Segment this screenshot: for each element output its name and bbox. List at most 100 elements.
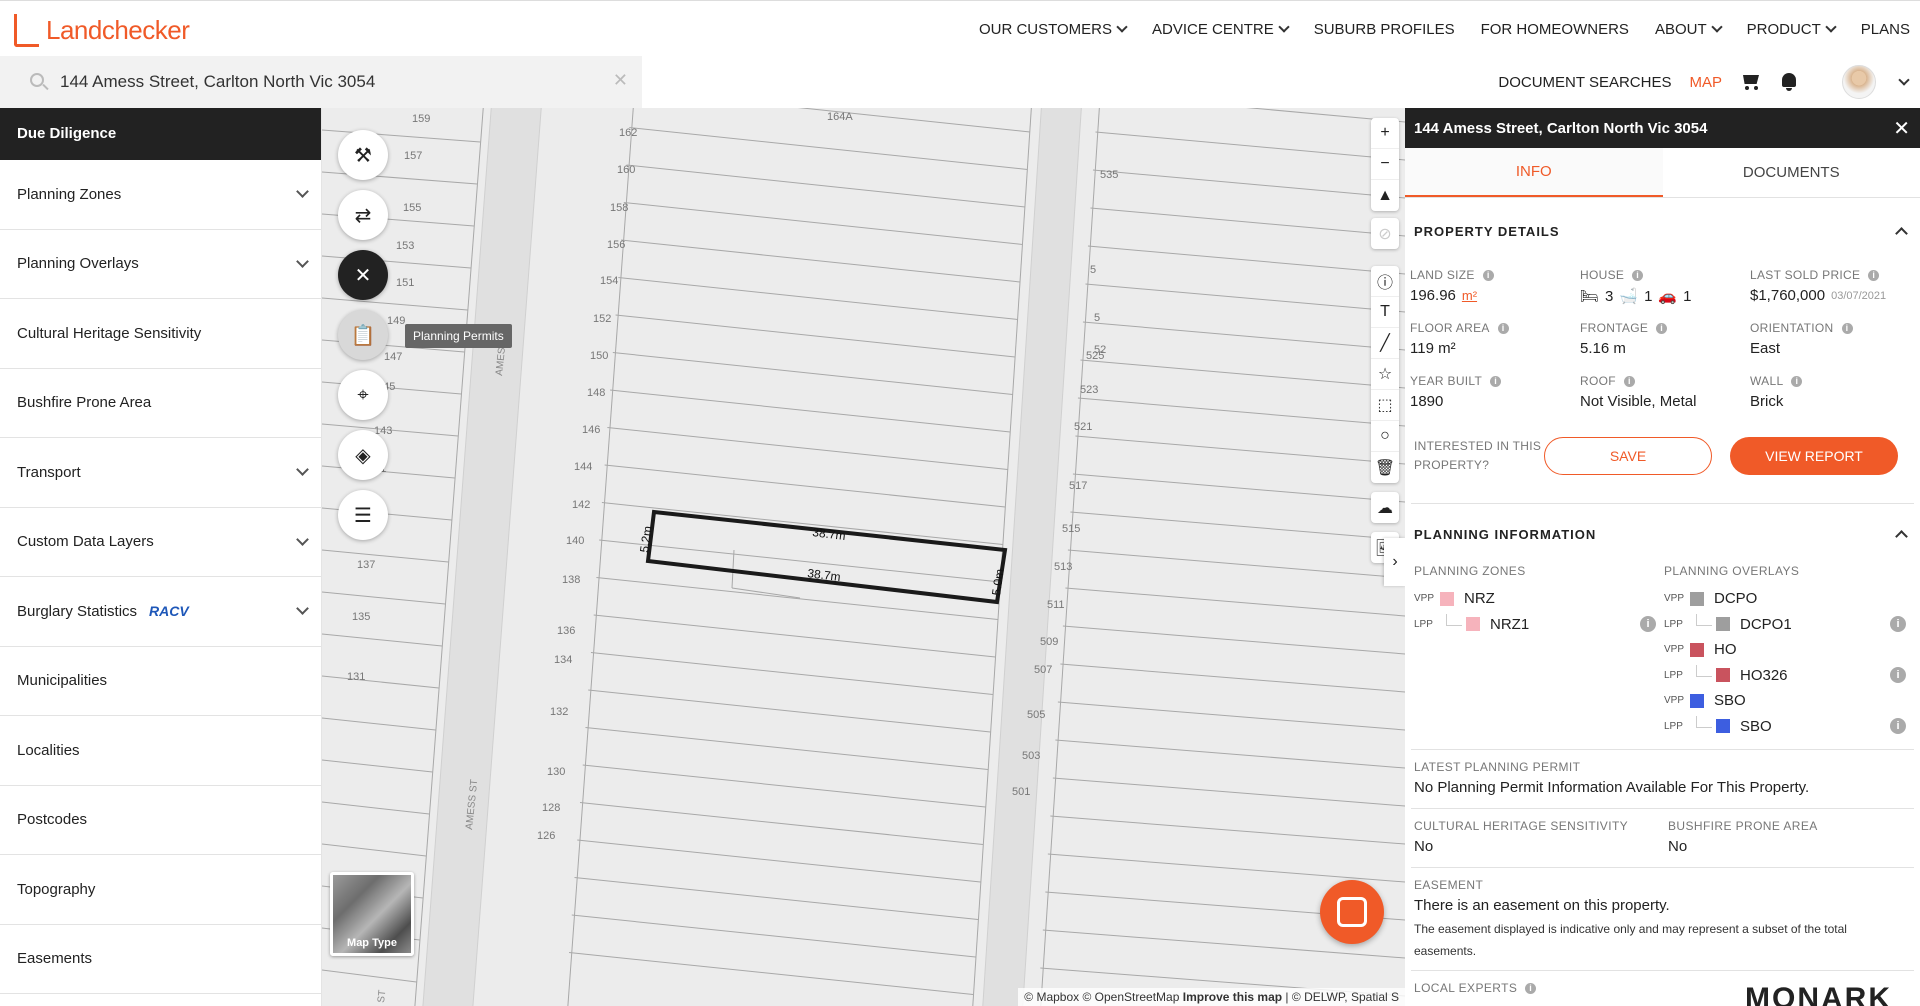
document-searches-link[interactable]: DOCUMENT SEARCHES — [1498, 74, 1671, 91]
compass-icon[interactable]: ▲ — [1371, 180, 1399, 211]
address-search-input[interactable] — [60, 66, 600, 98]
nav-item-for-homeowners[interactable]: FOR HOMEOWNERS — [1481, 21, 1629, 38]
monark-logo[interactable]: MONARK — [1745, 982, 1892, 1006]
nav-item-advice-centre[interactable]: ADVICE CENTRE — [1152, 21, 1290, 38]
close-icon[interactable]: ✕ — [338, 250, 388, 300]
racv-logo: RACV — [149, 602, 189, 619]
text-icon[interactable]: T — [1371, 297, 1399, 328]
location-search-icon[interactable]: ⌖ — [338, 370, 388, 420]
polygon-icon[interactable]: ⬚ — [1371, 390, 1399, 421]
info-icon[interactable]: i — [1890, 667, 1906, 684]
nav-item-our-customers[interactable]: OUR CUSTOMERS — [979, 21, 1128, 38]
sidebar-item-cultural-heritage-sensitivity[interactable]: Cultural Heritage Sensitivity — [0, 299, 321, 369]
sidebar-item-bushfire-prone-area[interactable]: Bushfire Prone Area — [0, 369, 321, 438]
chevron-down-icon[interactable] — [296, 532, 309, 546]
gavel-icon[interactable]: ⚒ — [338, 130, 388, 180]
tab-documents[interactable]: DOCUMENTS — [1663, 148, 1920, 197]
view-report-button[interactable]: VIEW REPORT — [1730, 437, 1898, 475]
info-icon[interactable]: i — [1623, 375, 1635, 387]
info-icon[interactable]: i — [1890, 616, 1906, 633]
nav-item-product[interactable]: PRODUCT — [1747, 21, 1837, 38]
sidebar-item-planning-overlays[interactable]: Planning Overlays — [0, 230, 321, 299]
zoom-out-minus-icon[interactable]: − — [1371, 149, 1399, 180]
planning-row-dcpo1[interactable]: LPP DCPO1 i — [1664, 612, 1914, 638]
sidebar-item-label: Postcodes — [17, 811, 88, 829]
list-icon[interactable]: ☰ — [338, 490, 388, 540]
planning-row-nrz[interactable]: VPP NRZ — [1414, 586, 1664, 612]
clear-search-icon[interactable]: ✕ — [613, 70, 628, 91]
sidebar-item-postcodes[interactable]: Postcodes — [0, 786, 321, 855]
info-icon[interactable]: i — [1632, 269, 1644, 281]
chevron-down-icon[interactable] — [296, 254, 309, 268]
parcel-map-canvas[interactable]: 1591571551531511491471451431411391371351… — [322, 108, 1405, 1006]
improve-map-link[interactable]: Improve this map — [1183, 990, 1282, 1004]
account-chevron-down-icon[interactable] — [1898, 73, 1910, 86]
info-icon[interactable]: i — [1640, 616, 1656, 633]
info-icon[interactable]: i — [1791, 375, 1803, 387]
info-icon[interactable]: ⓘ — [1371, 266, 1399, 297]
parcel-boundary — [322, 297, 468, 311]
chevron-down-icon[interactable] — [296, 185, 309, 199]
no-location-icon[interactable]: ⊘ — [1371, 218, 1399, 249]
planning-row-ho326[interactable]: LPP HO326 i — [1664, 663, 1914, 689]
map-view[interactable]: 1591571551531511491471451431411391371351… — [322, 108, 1405, 1006]
landchecker-logo[interactable]: Landchecker — [10, 11, 190, 49]
lot-number-label: 130 — [547, 766, 565, 778]
info-icon[interactable]: i — [1482, 269, 1494, 281]
star-icon[interactable]: ☆ — [1371, 359, 1399, 390]
planning-row-ho[interactable]: VPP HO — [1664, 637, 1914, 663]
line-icon[interactable]: ╱ — [1371, 328, 1399, 359]
map-link[interactable]: MAP — [1689, 74, 1722, 91]
user-avatar[interactable] — [1842, 65, 1876, 99]
planning-row-sbo[interactable]: LPP SBO i — [1664, 714, 1914, 740]
planning-row-nrz1[interactable]: LPP NRZ1 i — [1414, 612, 1664, 638]
lot-number-label: 155 — [403, 202, 421, 214]
sidebar-item-easements[interactable]: Easements — [0, 925, 321, 994]
nav-item-suburb-profiles[interactable]: SUBURB PROFILES — [1314, 21, 1455, 38]
sidebar-item-localities[interactable]: Localities — [0, 716, 321, 786]
info-icon[interactable]: i — [1868, 269, 1880, 281]
property-details-header[interactable]: PROPERTY DETAILS — [1405, 198, 1920, 264]
planning-row-sbo[interactable]: VPP SBO — [1664, 688, 1914, 714]
chat-support-button[interactable] — [1320, 880, 1384, 944]
sidebar-item-transport[interactable]: Transport — [0, 438, 321, 508]
info-icon[interactable]: i — [1497, 322, 1509, 334]
sidebar-item-custom-data-layers[interactable]: Custom Data Layers — [0, 508, 321, 577]
circle-icon[interactable]: ○ — [1371, 421, 1399, 452]
info-icon[interactable]: i — [1890, 718, 1906, 735]
nav-item-plans[interactable]: PLANS — [1861, 21, 1910, 38]
delwp-attribution[interactable]: © DELWP, Spatial S — [1292, 990, 1399, 1004]
compare-arrows-icon[interactable]: ⇄ — [338, 190, 388, 240]
layers-icon[interactable]: ◈ — [338, 430, 388, 480]
sidebar-item-burglary-statistics[interactable]: Burglary Statistics RACV — [0, 577, 321, 647]
land-size-unit-link[interactable]: m² — [1462, 288, 1477, 303]
planning-information-header[interactable]: PLANNING INFORMATION — [1405, 504, 1920, 564]
clipboard-icon[interactable]: 📋 — [338, 310, 388, 360]
sidebar-item-municipalities[interactable]: Municipalities — [0, 647, 321, 716]
save-button[interactable]: SAVE — [1544, 437, 1712, 475]
zoom-in-plus-icon[interactable]: + — [1371, 118, 1399, 149]
sidebar-item-topography[interactable]: Topography — [0, 855, 321, 925]
panel-collapse-chevron-right-icon[interactable]: › — [1384, 538, 1405, 586]
cart-icon[interactable] — [1740, 73, 1762, 91]
map-type-switcher[interactable]: Map Type — [330, 872, 414, 956]
chevron-down-icon[interactable] — [296, 602, 309, 616]
chevron-down-icon[interactable] — [296, 463, 309, 477]
lot-number-label: 162 — [619, 127, 637, 139]
info-icon[interactable]: i — [1841, 322, 1853, 334]
planning-row-dcpo[interactable]: VPP DCPO — [1664, 586, 1914, 612]
info-icon[interactable]: i — [1490, 375, 1502, 387]
notifications-bell-icon[interactable] — [1780, 72, 1798, 92]
chevron-up-icon[interactable] — [1895, 530, 1908, 543]
sidebar-item-planning-zones[interactable]: Planning Zones — [0, 160, 321, 230]
nav-item-about[interactable]: ABOUT — [1655, 21, 1723, 38]
close-panel-icon[interactable]: ✕ — [1893, 116, 1910, 141]
mapbox-attribution[interactable]: © Mapbox — [1024, 990, 1079, 1004]
tab-info[interactable]: INFO — [1405, 148, 1663, 197]
osm-attribution[interactable]: © OpenStreetMap — [1083, 990, 1180, 1004]
info-icon[interactable]: i — [1656, 322, 1668, 334]
chevron-up-icon[interactable] — [1895, 227, 1908, 240]
trash-icon[interactable]: 🗑 — [1371, 452, 1399, 483]
info-icon[interactable]: i — [1525, 982, 1537, 994]
cloud-download-icon[interactable]: ☁ — [1371, 492, 1399, 523]
